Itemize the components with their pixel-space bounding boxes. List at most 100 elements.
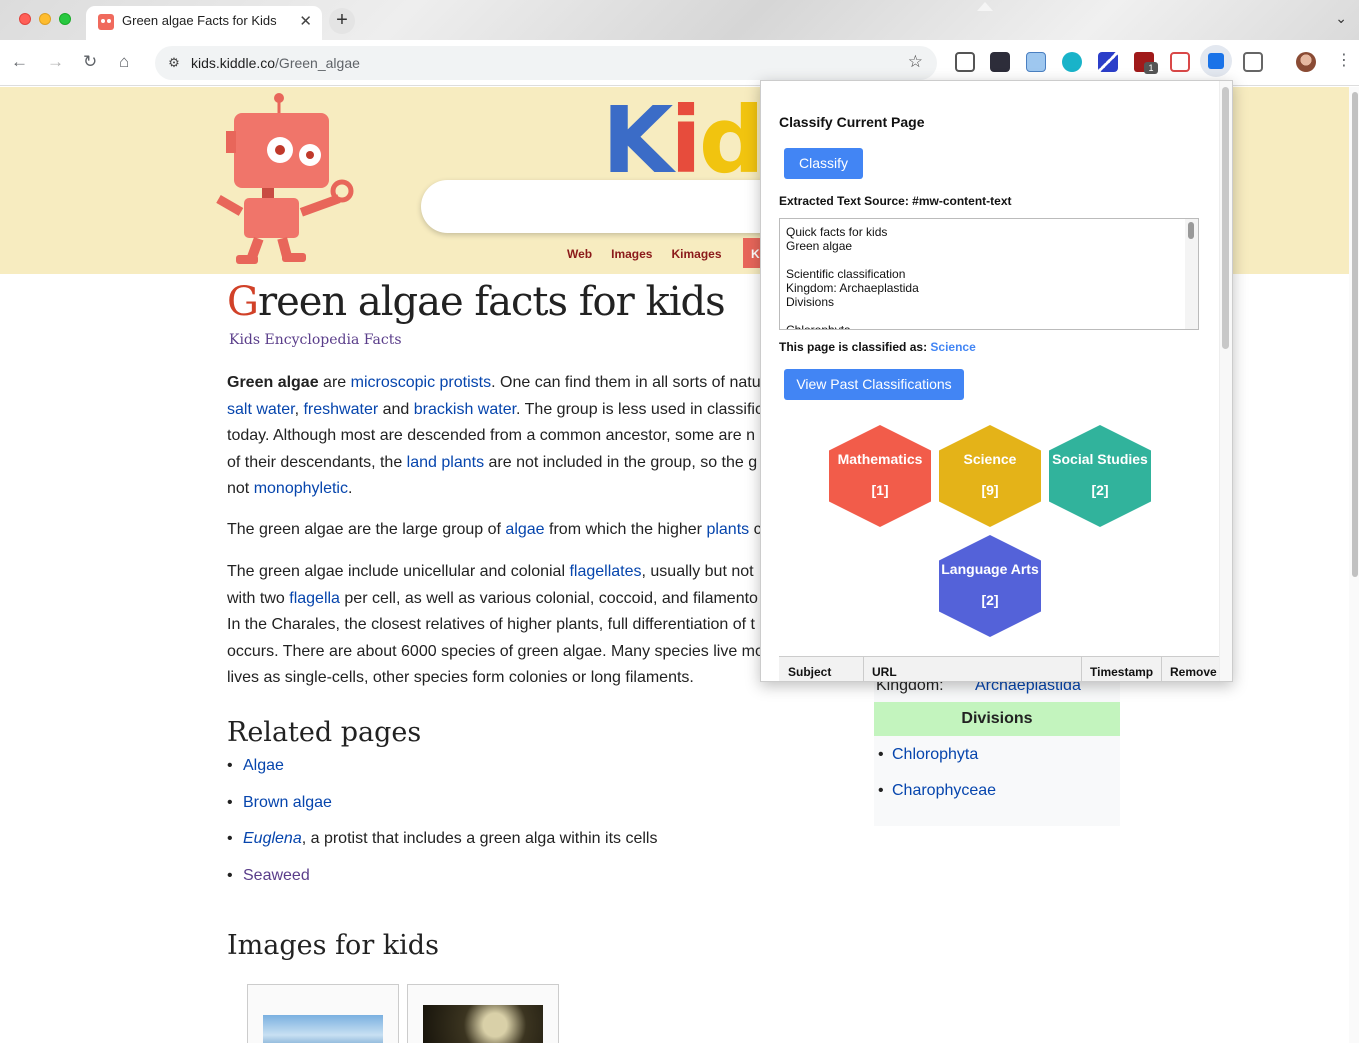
image-thumbnail[interactable] — [407, 984, 559, 1043]
link-freshwater[interactable]: freshwater — [303, 401, 378, 418]
link-microscopic-protists[interactable]: microscopic protists — [351, 374, 491, 391]
page-scrollbar-thumb[interactable] — [1352, 92, 1358, 577]
profile-avatar[interactable] — [1296, 52, 1316, 72]
link-charophyceae[interactable]: Charophyceae — [878, 782, 996, 818]
link-flagellates[interactable]: flagellates — [569, 563, 641, 580]
link-algae[interactable]: algae — [505, 521, 544, 538]
list-item: Brown algae — [227, 794, 657, 831]
minimize-window-button[interactable] — [39, 13, 51, 25]
url-host: kids.kiddle.co — [191, 55, 276, 71]
hex-science[interactable]: Science [9] — [939, 425, 1041, 527]
nav-images[interactable]: Images — [611, 247, 652, 261]
link-plants[interactable]: plants — [706, 521, 749, 538]
link-chlorophyta[interactable]: Chlorophyta — [878, 746, 996, 782]
popup-heading: Classify Current Page — [779, 114, 925, 130]
active-tab[interactable]: Green algae Facts for Kids ✕ — [86, 6, 322, 40]
plus-extension-icon[interactable] — [1170, 52, 1190, 72]
link-seaweed[interactable]: Seaweed — [243, 867, 310, 884]
link-land-plants[interactable]: land plants — [407, 454, 484, 471]
tab-close-icon[interactable]: ✕ — [299, 12, 312, 30]
reader-extension-icon[interactable] — [955, 52, 975, 72]
text: are — [318, 374, 351, 391]
window-decoration — [977, 2, 993, 11]
extension-badge: 1 — [1144, 62, 1158, 74]
past-classifications-table-header: Subject URL Timestamp Remove — [779, 656, 1219, 681]
view-past-classifications-button[interactable]: View Past Classifications — [784, 369, 964, 400]
back-arrow-icon[interactable]: ← — [11, 52, 28, 72]
divisions-list: Chlorophyta Charophyceae — [878, 746, 996, 818]
classified-value: Science — [930, 340, 976, 354]
forward-arrow-icon[interactable]: → — [47, 52, 64, 72]
hex-label: Science — [963, 451, 1017, 467]
paragraph-1: Green algae are microscopic protists. On… — [227, 370, 767, 503]
related-pages-list: Algae Brown algae Euglena, a protist tha… — [227, 757, 657, 903]
new-tab-button[interactable]: + — [329, 8, 355, 34]
thumbnail-photo — [263, 1015, 383, 1043]
hex-language-arts[interactable]: Language Arts [2] — [939, 535, 1041, 637]
link-salt-water[interactable]: salt water — [227, 401, 295, 418]
hex-count: [2] — [1091, 482, 1109, 498]
home-icon[interactable]: ⌂ — [119, 52, 129, 72]
screenshot-extension-icon[interactable] — [1026, 52, 1046, 72]
classifier-extension-popup: Classify Current Page Classify Extracted… — [760, 80, 1233, 682]
logo-d: d — [698, 87, 765, 194]
hex-social-studies[interactable]: Social Studies [2] — [1049, 425, 1151, 527]
maximize-window-button[interactable] — [59, 13, 71, 25]
classify-button[interactable]: Classify — [784, 148, 863, 179]
popup-scrollbar-thumb[interactable] — [1222, 87, 1229, 349]
address-bar[interactable]: ⚙ kids.kiddle.co/Green_algae ☆ — [155, 46, 937, 80]
article-title: Green algae facts for kids — [227, 279, 726, 325]
robot-mascot-icon — [216, 93, 354, 264]
text: . One can find them in all sorts of natu — [491, 374, 761, 391]
hex-count: [1] — [871, 482, 889, 498]
col-remove: Remove — [1170, 665, 1217, 679]
link-flagella[interactable]: flagella — [289, 590, 340, 607]
text: lives as single-cells, other species for… — [227, 669, 694, 686]
link-brown-algae[interactable]: Brown algae — [243, 794, 332, 811]
text: , usually but not — [641, 563, 754, 580]
nav-web[interactable]: Web — [567, 247, 592, 261]
text: are not included in the group, so the g — [484, 453, 758, 471]
link-monophyletic[interactable]: monophyletic — [254, 480, 348, 497]
text: not — [227, 480, 254, 497]
textarea-scrollbar-thumb[interactable] — [1188, 222, 1194, 239]
list-item: Seaweed — [227, 867, 657, 904]
list-item: Algae — [227, 757, 657, 794]
text: In the Charales, the closest relatives o… — [227, 616, 755, 633]
logo-i: i — [670, 87, 702, 194]
col-url: URL — [872, 665, 897, 679]
link-euglena[interactable]: Euglena — [243, 830, 302, 847]
hex-label: Mathematics — [837, 451, 923, 467]
bookmark-star-icon[interactable]: ☆ — [908, 52, 923, 72]
url-text[interactable]: kids.kiddle.co/Green_algae — [191, 55, 360, 71]
image-thumbnail[interactable] — [247, 984, 399, 1043]
hex-label: Language Arts — [941, 561, 1039, 577]
hex-label: Social Studies — [1052, 451, 1148, 467]
extensions-puzzle-button[interactable] — [1200, 45, 1232, 77]
column-divider — [1081, 657, 1082, 681]
nav-kimages[interactable]: Kimages — [671, 247, 721, 261]
reload-icon[interactable]: ↻ — [83, 52, 97, 72]
classified-label: This page is classified as: — [779, 340, 928, 354]
password-extension-icon[interactable] — [990, 52, 1010, 72]
hex-mathematics[interactable]: Mathematics [1] — [829, 425, 931, 527]
browser-menu-icon[interactable]: ⋮ — [1336, 50, 1352, 70]
x-extension-icon[interactable] — [1098, 52, 1118, 72]
tab-bar: Green algae Facts for Kids ✕ + ⌄ — [0, 0, 1359, 40]
site-info-icon[interactable]: ⚙ — [164, 53, 184, 73]
m-extension-icon[interactable] — [1062, 52, 1082, 72]
text: from which the higher — [544, 521, 707, 538]
link-algae-related[interactable]: Algae — [243, 757, 284, 774]
text: with two — [227, 589, 290, 607]
url-path: /Green_algae — [275, 55, 360, 71]
puzzle-icon — [1208, 53, 1224, 69]
extracted-source-label: Extracted Text Source: #mw-content-text — [779, 194, 1012, 208]
paragraph-3: The green algae include unicellular and … — [227, 559, 767, 692]
close-window-button[interactable] — [19, 13, 31, 25]
side-panel-icon[interactable] — [1243, 52, 1263, 72]
title-first-letter: G — [227, 279, 259, 325]
text: . — [347, 480, 353, 497]
tab-search-chevron-icon[interactable]: ⌄ — [1335, 10, 1347, 27]
link-brackish-water[interactable]: brackish water — [414, 401, 516, 418]
extracted-text-area[interactable]: Quick facts for kids Green algae Scienti… — [779, 218, 1199, 330]
